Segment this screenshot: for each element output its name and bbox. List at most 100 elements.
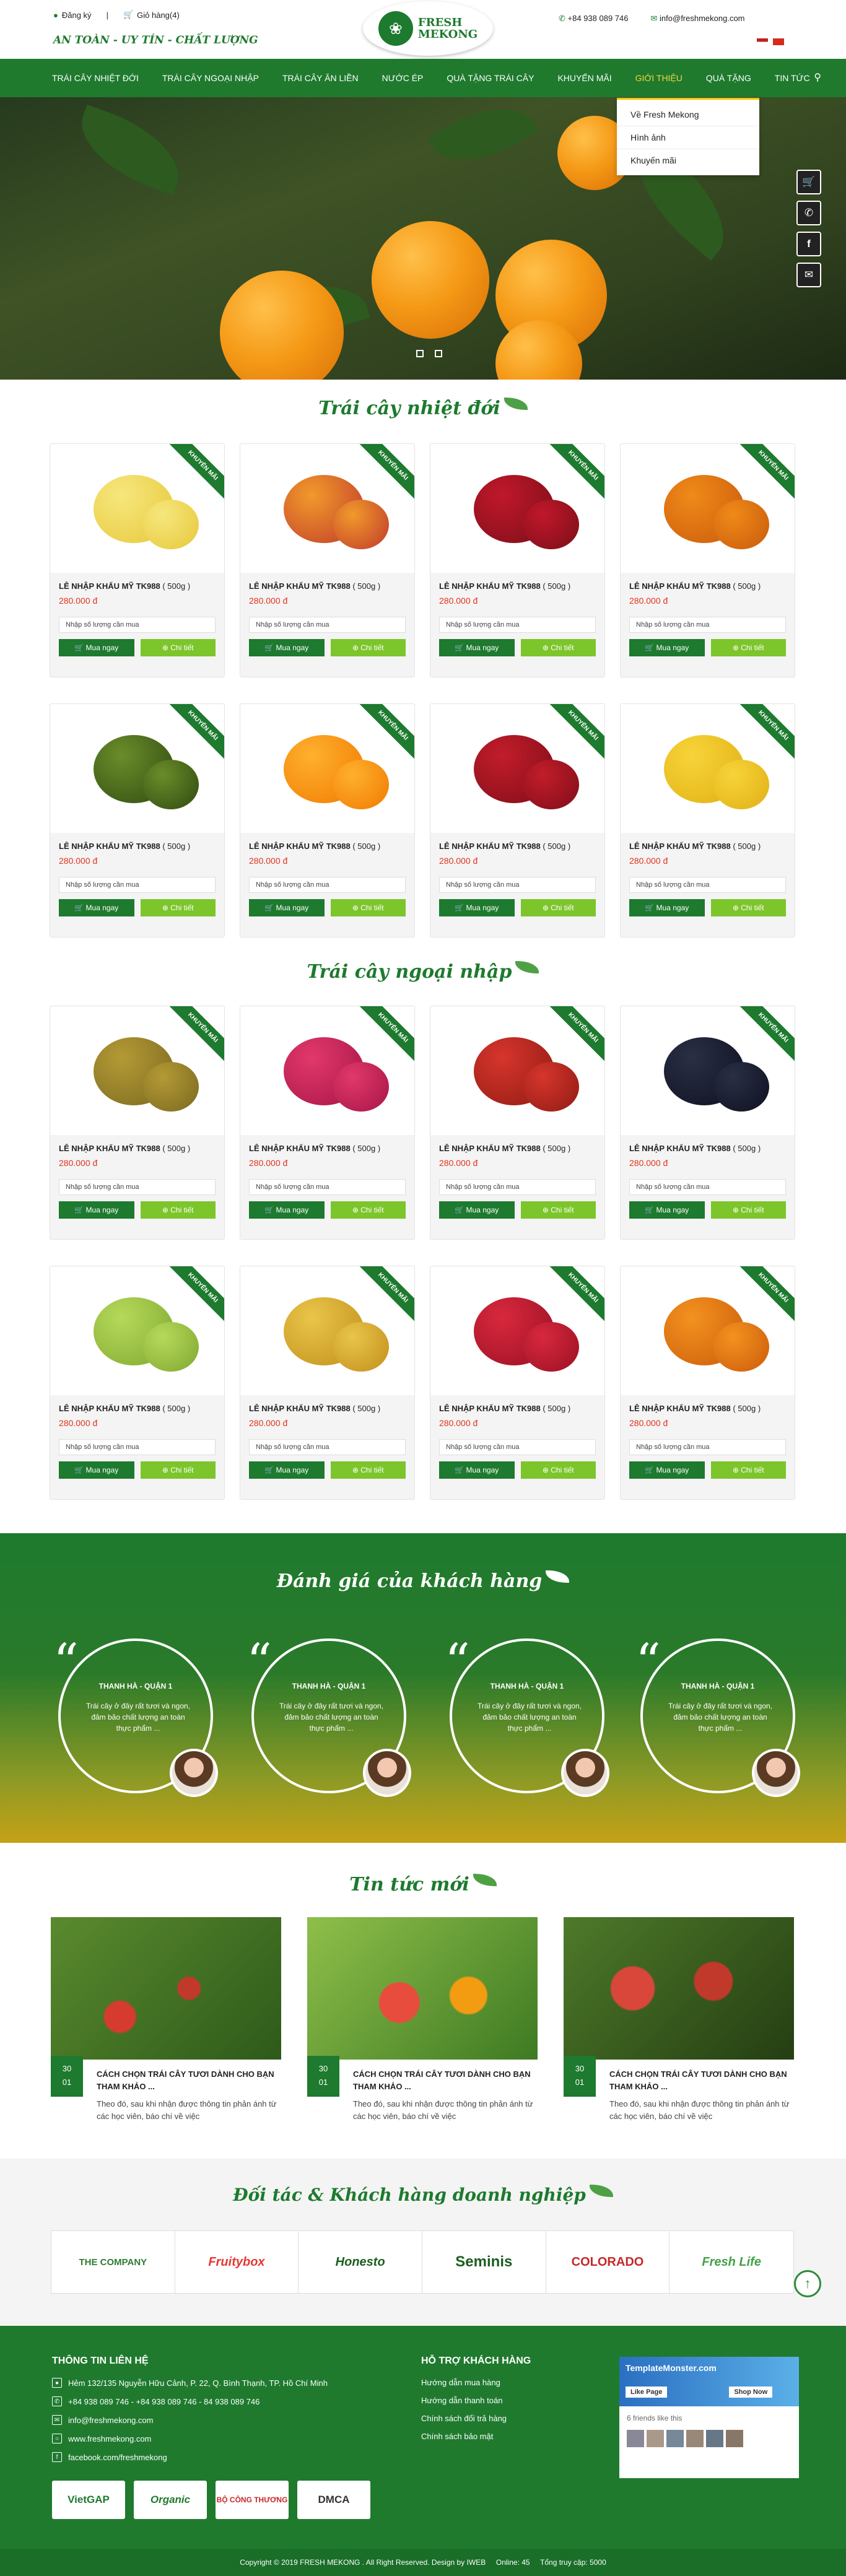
product-card[interactable]: KHUYẾN MÃI LÊ NHẬP KHẨU MỸ TK988 ( 500g … xyxy=(620,1006,795,1240)
news-image[interactable] xyxy=(51,1917,281,2060)
buy-now-button[interactable]: 🛒 Mua ngay xyxy=(59,639,134,656)
nav-item-active[interactable]: GIỚI THIỆU xyxy=(635,73,682,83)
nav-item[interactable]: NƯỚC ÉP xyxy=(382,73,424,83)
buy-now-button[interactable]: 🛒 Mua ngay xyxy=(629,1461,705,1479)
partner-logo[interactable]: COLORADO xyxy=(546,2231,670,2293)
product-name[interactable]: LÊ NHẬP KHẨU MỸ TK988 ( 500g ) xyxy=(249,842,406,851)
product-name[interactable]: LÊ NHẬP KHẨU MỸ TK988 ( 500g ) xyxy=(249,581,406,591)
support-link[interactable]: Hướng dẫn thanh toán xyxy=(421,2396,531,2405)
buy-now-button[interactable]: 🛒 Mua ngay xyxy=(59,1461,134,1479)
partner-logo[interactable]: THE COMPANY xyxy=(51,2231,175,2293)
quantity-input[interactable]: Nhập số lượng cần mua xyxy=(629,1179,786,1195)
product-name[interactable]: LÊ NHẬP KHẨU MỸ TK988 ( 500g ) xyxy=(439,842,596,851)
dropdown-item[interactable]: Khuyến mãi xyxy=(617,149,759,172)
partner-logo[interactable]: Fresh Life xyxy=(669,2231,793,2293)
quantity-input[interactable]: Nhập số lượng cần mua xyxy=(439,877,596,893)
news-image[interactable] xyxy=(564,1917,794,2060)
product-card[interactable]: KHUYẾN MÃI LÊ NHẬP KHẨU MỸ TK988 ( 500g … xyxy=(50,443,225,677)
nav-item[interactable]: TIN TỨC xyxy=(775,73,810,83)
product-name[interactable]: LÊ NHẬP KHẨU MỸ TK988 ( 500g ) xyxy=(439,1144,596,1153)
nav-item[interactable]: QUÀ TẶNG xyxy=(706,73,751,83)
quantity-input[interactable]: Nhập số lượng cần mua xyxy=(59,1439,216,1455)
product-card[interactable]: KHUYẾN MÃI LÊ NHẬP KHẨU MỸ TK988 ( 500g … xyxy=(430,1266,605,1500)
product-card[interactable]: KHUYẾN MÃI LÊ NHẬP KHẨU MỸ TK988 ( 500g … xyxy=(50,703,225,938)
nav-item[interactable]: TRÁI CÂY NHIỆT ĐỚI xyxy=(52,73,139,83)
facebook-icon[interactable]: f xyxy=(796,232,821,256)
detail-button[interactable]: ⊕ Chi tiết xyxy=(710,1461,786,1479)
product-name[interactable]: LÊ NHẬP KHẨU MỸ TK988 ( 500g ) xyxy=(59,581,216,591)
web-link[interactable]: www.freshmekong.com xyxy=(68,2434,151,2443)
nav-item[interactable]: TRÁI CÂY ĂN LIỀN xyxy=(282,73,359,83)
quantity-input[interactable]: Nhập số lượng cần mua xyxy=(59,877,216,893)
product-name[interactable]: LÊ NHẬP KHẨU MỸ TK988 ( 500g ) xyxy=(629,581,786,591)
news-image[interactable] xyxy=(307,1917,538,2060)
email[interactable]: ✉ info@freshmekong.com xyxy=(651,14,745,24)
product-image[interactable]: KHUYẾN MÃI xyxy=(430,1266,604,1395)
product-image[interactable]: KHUYẾN MÃI xyxy=(50,704,224,833)
buy-now-button[interactable]: 🛒 Mua ngay xyxy=(439,639,515,656)
support-link[interactable]: Chính sách bảo mật xyxy=(421,2432,531,2441)
cart-icon[interactable]: 🛒 xyxy=(796,170,821,194)
product-image[interactable]: KHUYẾN MÃI xyxy=(50,444,224,573)
quantity-input[interactable]: Nhập số lượng cần mua xyxy=(629,877,786,893)
search-icon[interactable]: ⚲ xyxy=(814,71,821,84)
news-card[interactable]: 30 01 CÁCH CHỌN TRÁI CÂY TƯƠI DÀNH CHO BẠ… xyxy=(307,1917,538,2123)
product-image[interactable]: KHUYẾN MÃI xyxy=(240,704,414,833)
product-name[interactable]: LÊ NHẬP KHẨU MỸ TK988 ( 500g ) xyxy=(249,1404,406,1413)
product-image[interactable]: KHUYẾN MÃI xyxy=(621,444,795,573)
quantity-input[interactable]: Nhập số lượng cần mua xyxy=(249,1439,406,1455)
buy-now-button[interactable]: 🛒 Mua ngay xyxy=(629,1201,705,1219)
detail-button[interactable]: ⊕ Chi tiết xyxy=(140,1201,216,1219)
nav-item[interactable]: QUÀ TẶNG TRÁI CÂY xyxy=(447,73,534,83)
quantity-input[interactable]: Nhập số lượng cần mua xyxy=(59,617,216,633)
nav-item[interactable]: TRÁI CÂY NGOẠI NHẬP xyxy=(162,73,259,83)
product-name[interactable]: LÊ NHẬP KHẨU MỸ TK988 ( 500g ) xyxy=(439,581,596,591)
product-card[interactable]: KHUYẾN MÃI LÊ NHẬP KHẨU MỸ TK988 ( 500g … xyxy=(240,443,415,677)
cart-link[interactable]: 🛒 Giỏ hàng(4) xyxy=(123,10,180,20)
phone[interactable]: ✆ +84 938 089 746 xyxy=(559,14,629,24)
quantity-input[interactable]: Nhập số lượng cần mua xyxy=(249,877,406,893)
product-card[interactable]: KHUYẾN MÃI LÊ NHẬP KHẨU MỸ TK988 ( 500g … xyxy=(620,1266,795,1500)
quantity-input[interactable]: Nhập số lượng cần mua xyxy=(629,1439,786,1455)
product-card[interactable]: KHUYẾN MÃI LÊ NHẬP KHẨU MỸ TK988 ( 500g … xyxy=(430,443,605,677)
scroll-top-icon[interactable]: ↑ xyxy=(794,2270,821,2297)
product-card[interactable]: KHUYẾN MÃI LÊ NHẬP KHẨU MỸ TK988 ( 500g … xyxy=(430,703,605,938)
product-image[interactable]: KHUYẾN MÃI xyxy=(621,1006,795,1135)
facebook-link[interactable]: facebook.com/freshmekong xyxy=(68,2453,167,2462)
buy-now-button[interactable]: 🛒 Mua ngay xyxy=(439,1201,515,1219)
quantity-input[interactable]: Nhập số lượng cần mua xyxy=(439,1439,596,1455)
product-image[interactable]: KHUYẾN MÃI xyxy=(240,1266,414,1395)
nav-item[interactable]: KHUYẾN MÃI xyxy=(557,73,611,83)
product-image[interactable]: KHUYẾN MÃI xyxy=(621,704,795,833)
partner-logo[interactable]: Honesto xyxy=(299,2231,422,2293)
product-card[interactable]: KHUYẾN MÃI LÊ NHẬP KHẨU MỸ TK988 ( 500g … xyxy=(430,1006,605,1240)
buy-now-button[interactable]: 🛒 Mua ngay xyxy=(59,899,134,916)
product-card[interactable]: KHUYẾN MÃI LÊ NHẬP KHẨU MỸ TK988 ( 500g … xyxy=(240,1006,415,1240)
detail-button[interactable]: ⊕ Chi tiết xyxy=(140,639,216,656)
fb-like-button[interactable]: Like Page xyxy=(626,2387,668,2398)
quantity-input[interactable]: Nhập số lượng cần mua xyxy=(439,1179,596,1195)
product-image[interactable]: KHUYẾN MÃI xyxy=(430,704,604,833)
support-link[interactable]: Chính sách đổi trả hàng xyxy=(421,2414,531,2423)
product-name[interactable]: LÊ NHẬP KHẨU MỸ TK988 ( 500g ) xyxy=(59,1404,216,1413)
detail-button[interactable]: ⊕ Chi tiết xyxy=(710,639,786,656)
dropdown-item[interactable]: Hình ảnh xyxy=(617,126,759,149)
detail-button[interactable]: ⊕ Chi tiết xyxy=(520,899,596,916)
news-title[interactable]: CÁCH CHỌN TRÁI CÂY TƯƠI DÀNH CHO BẠN THA… xyxy=(353,2068,538,2093)
partner-logo[interactable]: Seminis xyxy=(422,2231,546,2293)
detail-button[interactable]: ⊕ Chi tiết xyxy=(330,1461,406,1479)
product-image[interactable]: KHUYẾN MÃI xyxy=(50,1006,224,1135)
buy-now-button[interactable]: 🛒 Mua ngay xyxy=(249,639,325,656)
buy-now-button[interactable]: 🛒 Mua ngay xyxy=(629,639,705,656)
quantity-input[interactable]: Nhập số lượng cần mua xyxy=(249,617,406,633)
buy-now-button[interactable]: 🛒 Mua ngay xyxy=(629,899,705,916)
product-name[interactable]: LÊ NHẬP KHẨU MỸ TK988 ( 500g ) xyxy=(249,1144,406,1153)
register-link[interactable]: ● Đăng ký xyxy=(53,10,92,20)
detail-button[interactable]: ⊕ Chi tiết xyxy=(520,1201,596,1219)
product-card[interactable]: KHUYẾN MÃI LÊ NHẬP KHẨU MỸ TK988 ( 500g … xyxy=(620,443,795,677)
logo[interactable]: ❀ FRESH MEKONG xyxy=(363,1,493,56)
detail-button[interactable]: ⊕ Chi tiết xyxy=(520,639,596,656)
product-image[interactable]: KHUYẾN MÃI xyxy=(50,1266,224,1395)
product-card[interactable]: KHUYẾN MÃI LÊ NHẬP KHẨU MỸ TK988 ( 500g … xyxy=(50,1006,225,1240)
messenger-icon[interactable]: ✉ xyxy=(796,263,821,287)
